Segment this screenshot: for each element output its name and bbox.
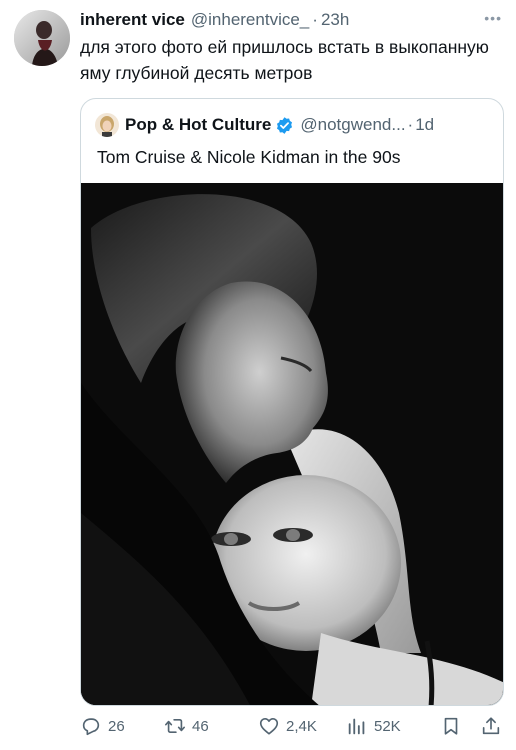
retweet-count: 46: [192, 717, 209, 735]
verified-icon: [277, 116, 293, 134]
retweet-button[interactable]: 46: [164, 715, 209, 737]
like-icon: [259, 718, 279, 735]
views-button[interactable]: 52K: [346, 715, 401, 737]
tweet[interactable]: inherent vice @inherentvice_ · 23h ••• д…: [0, 0, 516, 750]
share-button[interactable]: [480, 715, 508, 737]
avatar-image: [14, 10, 70, 66]
share-icon: [482, 717, 500, 735]
reply-button[interactable]: 26: [80, 715, 125, 737]
timestamp[interactable]: 23h: [321, 10, 349, 30]
author-handle[interactable]: @inherentvice_: [191, 10, 309, 30]
bookmark-icon: [444, 717, 458, 735]
reply-icon: [82, 718, 100, 736]
author-name[interactable]: inherent vice: [80, 10, 185, 30]
bookmark-button[interactable]: [440, 715, 468, 737]
quote-text: Tom Cruise & Nicole Kidman in the 90s: [97, 147, 401, 167]
quote-timestamp[interactable]: 1d: [415, 115, 434, 135]
reply-count: 26: [108, 717, 125, 735]
views-count: 52K: [374, 717, 401, 735]
tweet-text: для этого фото ей пришлось встать в выко…: [80, 37, 489, 83]
quote-avatar[interactable]: [95, 113, 119, 137]
like-count: 2,4K: [286, 717, 317, 735]
quote-author-name[interactable]: Pop & Hot Culture: [125, 115, 271, 135]
retweet-icon: [165, 718, 185, 734]
quote-author-handle[interactable]: @notgwend...: [300, 115, 405, 135]
like-button[interactable]: 2,4K: [258, 715, 317, 737]
quote-header: Pop & Hot Culture @notgwend... · 1d: [95, 113, 493, 137]
more-icon[interactable]: •••: [484, 10, 502, 26]
quoted-tweet[interactable]: Pop & Hot Culture @notgwend... · 1d Tom …: [80, 98, 504, 706]
avatar[interactable]: [14, 10, 70, 66]
action-bar: 26 46 2,4K 52K: [80, 708, 504, 744]
quote-separator-dot: ·: [407, 115, 414, 134]
views-icon: [348, 718, 365, 735]
quote-avatar-image: [95, 113, 119, 137]
quote-photo[interactable]: [81, 183, 504, 706]
tweet-header: inherent vice @inherentvice_ · 23h: [80, 8, 504, 32]
separator-dot: ·: [312, 10, 318, 29]
